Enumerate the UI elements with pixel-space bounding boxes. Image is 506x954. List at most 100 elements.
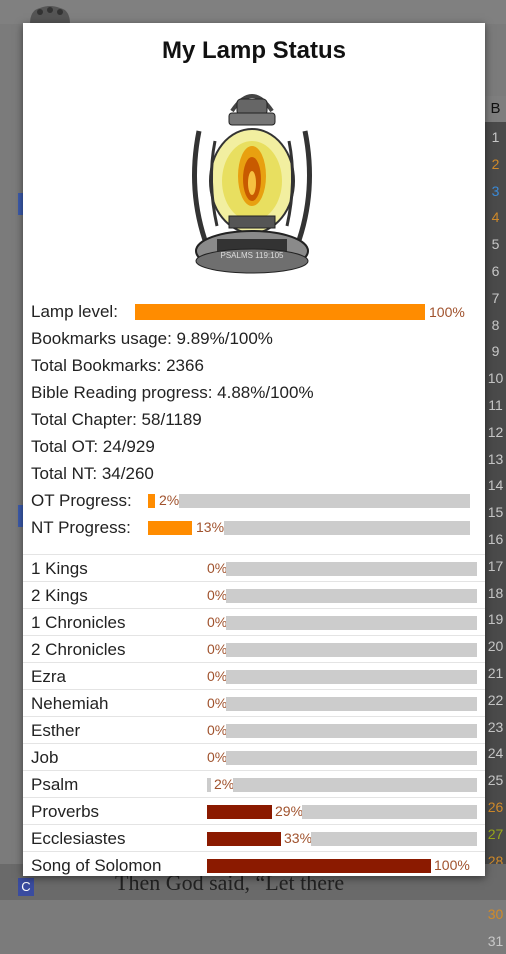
verse-number[interactable]: 20 bbox=[485, 633, 506, 659]
verse-number[interactable]: 7 bbox=[485, 285, 506, 311]
book-name: 2 Kings bbox=[31, 586, 88, 605]
verse-number[interactable]: 1 bbox=[485, 124, 506, 150]
book-row[interactable]: Song of Solomon 100% bbox=[23, 851, 485, 879]
verse-number[interactable]: 16 bbox=[485, 526, 506, 552]
stat-total-bookmarks: Total Bookmarks: 2366 bbox=[31, 356, 204, 375]
verse-number[interactable]: 24 bbox=[485, 740, 506, 766]
verse-number[interactable]: 9 bbox=[485, 338, 506, 364]
book-row[interactable]: Ecclesiastes 33% bbox=[23, 824, 485, 852]
book-progress-percent: 0% bbox=[207, 695, 228, 711]
verse-number[interactable]: 22 bbox=[485, 687, 506, 713]
nt-progress-fill bbox=[148, 521, 192, 535]
book-progress-percent: 0% bbox=[207, 560, 228, 576]
lamp-status-dialog: My Lamp Status PSALMS 119:105 Lamp level… bbox=[23, 23, 485, 876]
book-row[interactable]: Psalm 2% bbox=[23, 770, 485, 798]
book-progress-track bbox=[226, 616, 477, 630]
lamp-plaque-text: PSALMS 119:105 bbox=[220, 251, 284, 260]
book-progress-percent: 100% bbox=[434, 857, 470, 873]
lamp-level-percent: 100% bbox=[429, 304, 465, 320]
book-name: Song of Solomon bbox=[31, 856, 162, 875]
book-progress-fill bbox=[207, 805, 272, 819]
book-name: Ecclesiastes bbox=[31, 829, 126, 848]
stat-total-ot: Total OT: 24/929 bbox=[31, 437, 155, 456]
ot-progress-percent: 2% bbox=[159, 492, 180, 508]
book-progress-percent: 0% bbox=[207, 641, 228, 657]
book-progress-track bbox=[226, 724, 477, 738]
verse-number[interactable]: 27 bbox=[485, 821, 506, 847]
book-progress-track bbox=[302, 805, 477, 819]
book-name: Proverbs bbox=[31, 802, 100, 821]
book-progress-track bbox=[226, 589, 477, 603]
book-progress-track bbox=[226, 643, 477, 657]
book-row[interactable]: 1 Kings 0% bbox=[23, 554, 485, 582]
verse-number[interactable]: 3 bbox=[485, 178, 506, 204]
book-progress-track bbox=[226, 697, 477, 711]
verse-number[interactable]: 13 bbox=[485, 446, 506, 472]
book-progress-percent: 0% bbox=[207, 749, 228, 765]
verse-number[interactable]: 31 bbox=[485, 928, 506, 954]
book-name: Nehemiah bbox=[31, 694, 109, 713]
stat-total-nt: Total NT: 34/260 bbox=[31, 464, 154, 483]
verse-number[interactable]: 23 bbox=[485, 714, 506, 740]
dialog-title: My Lamp Status bbox=[161, 37, 347, 64]
oil-lamp-icon bbox=[192, 94, 312, 274]
verse-number[interactable]: 12 bbox=[485, 419, 506, 445]
ot-progress-label: OT Progress: bbox=[31, 491, 132, 510]
ot-progress-fill bbox=[148, 494, 155, 508]
app-logo-icon bbox=[30, 6, 70, 24]
book-row[interactable]: Ezra 0% bbox=[23, 662, 485, 690]
book-progress-percent: 0% bbox=[207, 668, 228, 684]
lamp-level-bar bbox=[135, 304, 425, 320]
stat-total-chapter: Total Chapter: 58/1189 bbox=[31, 410, 202, 429]
book-row[interactable]: 2 Chronicles 0% bbox=[23, 635, 485, 663]
book-progress-track bbox=[311, 832, 477, 846]
book-row[interactable]: 2 Kings 0% bbox=[23, 581, 485, 609]
lamp-level-label: Lamp level: bbox=[31, 302, 118, 321]
verse-number[interactable]: 5 bbox=[485, 231, 506, 257]
nt-progress-percent: 13% bbox=[196, 519, 225, 535]
book-progress-percent: 33% bbox=[284, 830, 313, 846]
verse-number[interactable]: 17 bbox=[485, 553, 506, 579]
verse-marker[interactable]: C bbox=[18, 878, 34, 896]
stat-bookmarks-usage: Bookmarks usage: 9.89%/100% bbox=[31, 329, 273, 348]
book-row[interactable]: 1 Chronicles 0% bbox=[23, 608, 485, 636]
book-name: Psalm bbox=[31, 775, 79, 794]
verse-number[interactable]: 30 bbox=[485, 901, 506, 927]
verse-number[interactable]: 18 bbox=[485, 580, 506, 606]
verse-number[interactable]: 26 bbox=[485, 794, 506, 820]
book-progress-percent: 0% bbox=[207, 722, 228, 738]
book-name: Job bbox=[31, 748, 59, 767]
verse-number[interactable]: 8 bbox=[485, 312, 506, 338]
book-row[interactable]: Job 0% bbox=[23, 743, 485, 771]
stat-reading-progress: Bible Reading progress: 4.88%/100% bbox=[31, 383, 314, 402]
verse-number[interactable]: 25 bbox=[485, 767, 506, 793]
book-name: 2 Chronicles bbox=[31, 640, 126, 659]
book-row[interactable]: Proverbs 29% bbox=[23, 797, 485, 825]
book-progress-fill bbox=[207, 832, 281, 846]
verse-column-header: B bbox=[485, 96, 506, 122]
book-progress-track bbox=[226, 670, 477, 684]
book-row[interactable]: Nehemiah 0% bbox=[23, 689, 485, 717]
verse-number[interactable]: 11 bbox=[485, 392, 506, 418]
book-progress-percent: 2% bbox=[214, 776, 235, 792]
book-progress-track bbox=[233, 778, 477, 792]
verse-number[interactable]: 2 bbox=[485, 151, 506, 177]
verse-number[interactable]: 19 bbox=[485, 606, 506, 632]
verse-number[interactable]: 14 bbox=[485, 472, 506, 498]
book-name: Ezra bbox=[31, 667, 66, 686]
book-progress-track bbox=[226, 562, 477, 576]
nt-progress-track bbox=[224, 521, 470, 535]
book-name: Esther bbox=[31, 721, 81, 740]
verse-number[interactable]: 21 bbox=[485, 660, 506, 686]
ot-progress-track bbox=[179, 494, 470, 508]
book-progress-fill bbox=[207, 778, 211, 792]
book-progress-track bbox=[226, 751, 477, 765]
verse-number[interactable]: 4 bbox=[485, 204, 506, 230]
verse-number[interactable]: 6 bbox=[485, 258, 506, 284]
verse-number[interactable]: 10 bbox=[485, 365, 506, 391]
book-name: 1 Kings bbox=[31, 559, 88, 578]
verse-number[interactable]: 15 bbox=[485, 499, 506, 525]
book-row[interactable]: Esther 0% bbox=[23, 716, 485, 744]
book-progress-percent: 0% bbox=[207, 587, 228, 603]
app-toolbar bbox=[0, 0, 506, 24]
